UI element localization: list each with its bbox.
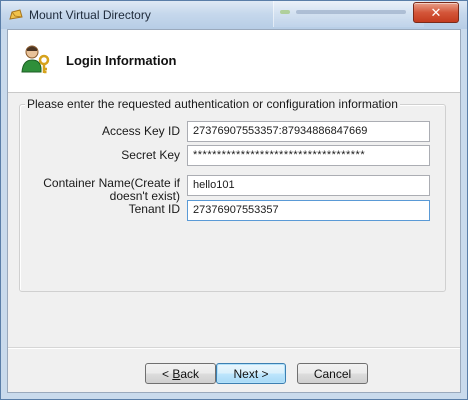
back-button-mnemonic: B xyxy=(172,366,181,381)
container-name-input[interactable]: hello101 xyxy=(187,175,430,196)
access-key-input[interactable]: 27376907553357:87934886847669 xyxy=(187,121,430,142)
close-button[interactable]: ✕ xyxy=(413,2,459,23)
window-title: Mount Virtual Directory xyxy=(29,8,151,22)
secret-key-label: Secret Key xyxy=(121,148,180,162)
wizard-header: Login Information xyxy=(8,30,460,93)
container-name-label: Container Name(Create if doesn't exist) xyxy=(38,177,180,203)
page-title: Login Information xyxy=(66,53,177,68)
dialog-window: Mount Virtual Directory ✕ Login Informat… xyxy=(0,0,468,400)
app-icon xyxy=(9,9,23,20)
user-key-icon xyxy=(21,45,50,74)
cancel-button-label: Cancel xyxy=(313,366,352,381)
access-key-label: Access Key ID xyxy=(101,124,180,138)
back-button-prefix: < xyxy=(161,366,173,381)
groupbox-caption: Please enter the requested authenticatio… xyxy=(25,97,400,111)
secret-key-input[interactable]: ************************************ xyxy=(187,145,430,166)
next-button-label: Next > xyxy=(233,366,269,381)
background-window-ghost xyxy=(273,1,424,27)
tenant-id-input[interactable]: 27376907553357 xyxy=(187,200,430,221)
button-separator xyxy=(8,347,460,349)
close-icon: ✕ xyxy=(430,4,442,20)
title-bar[interactable]: Mount Virtual Directory ✕ xyxy=(1,1,467,29)
tenant-id-label: Tenant ID xyxy=(128,202,180,216)
dialog-client-area: Login Information Please enter the reque… xyxy=(7,29,461,393)
next-button[interactable]: Next > xyxy=(216,363,286,384)
back-button[interactable]: < Back xyxy=(145,363,216,384)
cancel-button[interactable]: Cancel xyxy=(297,363,368,384)
back-button-rest: ack xyxy=(180,366,200,381)
